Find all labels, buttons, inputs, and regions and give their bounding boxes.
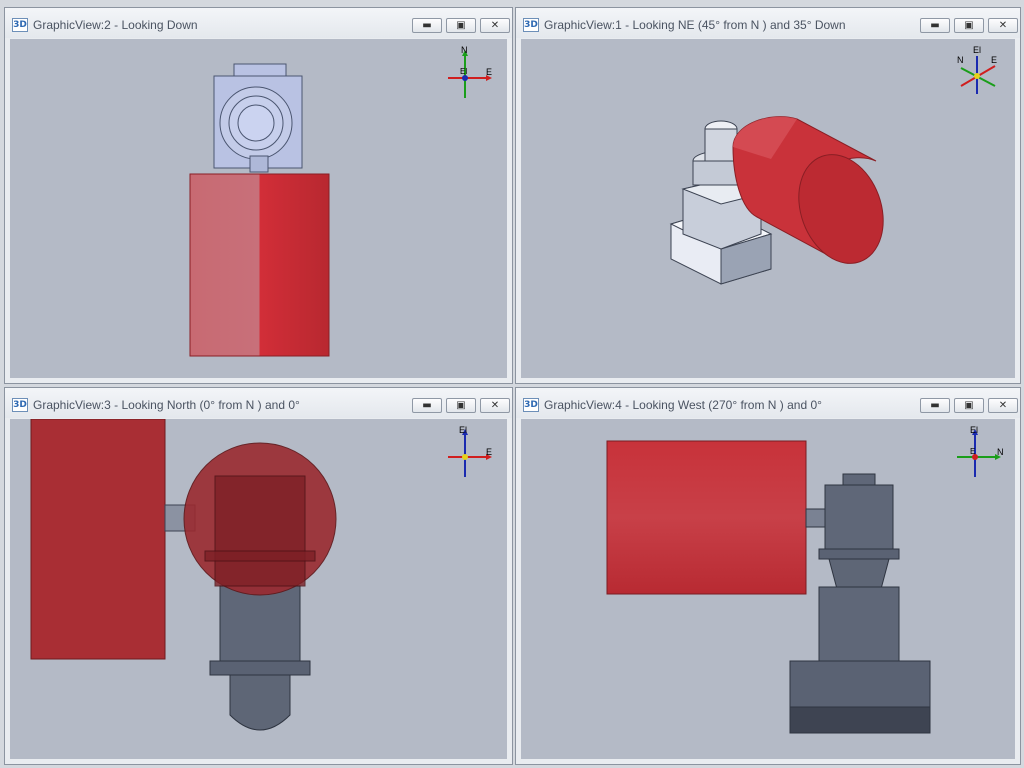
minimize-button[interactable]: ▬ xyxy=(412,398,442,413)
graphic-view-4-viewport[interactable]: El N E xyxy=(521,419,1015,759)
axis-triad-2 xyxy=(448,50,492,98)
graphic-view-1-viewport[interactable]: El E N xyxy=(521,39,1015,378)
actuator-cylinder-west xyxy=(606,440,807,595)
graphic-view-3-canvas[interactable] xyxy=(10,419,507,759)
axis-label-right: E xyxy=(991,55,998,65)
3d-view-icon: 3D xyxy=(523,18,539,32)
graphic-view-2-window: 3D GraphicView:2 - Looking Down ▬ ▣ ✕ N … xyxy=(4,7,513,384)
maximize-button[interactable]: ▣ xyxy=(954,18,984,33)
axis-label-right: N xyxy=(997,447,1004,457)
graphic-view-4-canvas[interactable] xyxy=(521,419,1015,759)
axis-label-up: El xyxy=(970,425,979,435)
axis-label-center: El xyxy=(460,67,468,76)
axis-label-up: El xyxy=(973,45,982,55)
graphic-view-1-canvas[interactable] xyxy=(521,39,1015,378)
actuator-cylinder-side xyxy=(30,419,166,660)
valve-body-outline xyxy=(213,63,303,173)
graphic-view-4-title: GraphicView:4 - Looking West (270° from … xyxy=(544,398,822,412)
axis-label-up: El xyxy=(459,425,468,435)
graphic-view-4-titlebar[interactable]: 3D GraphicView:4 - Looking West (270° fr… xyxy=(516,388,1020,418)
actuator-end-disc xyxy=(183,442,337,596)
graphic-view-2-viewport[interactable]: N E El xyxy=(10,39,507,378)
axis-label-up: N xyxy=(461,45,468,55)
maximize-button[interactable]: ▣ xyxy=(446,18,476,33)
3d-view-icon: 3D xyxy=(12,398,28,412)
graphic-view-4-window: 3D GraphicView:4 - Looking West (270° fr… xyxy=(515,387,1021,765)
graphic-view-2-title: GraphicView:2 - Looking Down xyxy=(33,18,198,32)
close-button[interactable]: ✕ xyxy=(988,18,1018,33)
close-button[interactable]: ✕ xyxy=(988,398,1018,413)
graphic-view-2-titlebar[interactable]: 3D GraphicView:2 - Looking Down ▬ ▣ ✕ xyxy=(5,8,512,38)
graphic-view-3-viewport[interactable]: El E xyxy=(10,419,507,759)
minimize-button[interactable]: ▬ xyxy=(920,18,950,33)
graphic-view-1-titlebar[interactable]: 3D GraphicView:1 - Looking NE (45° from … xyxy=(516,8,1020,38)
3d-view-icon: 3D xyxy=(523,398,539,412)
valve-body-side xyxy=(209,585,311,731)
maximize-button[interactable]: ▣ xyxy=(954,398,984,413)
minimize-button[interactable]: ▬ xyxy=(412,18,442,33)
valve-body-west xyxy=(789,473,931,734)
minimize-button[interactable]: ▬ xyxy=(920,398,950,413)
graphic-view-3-titlebar[interactable]: 3D GraphicView:3 - Looking North (0° fro… xyxy=(5,388,512,418)
axis-label-left: N xyxy=(957,55,964,65)
actuator-cylinder xyxy=(189,173,330,357)
axis-triad-3 xyxy=(448,429,492,477)
maximize-button[interactable]: ▣ xyxy=(446,398,476,413)
graphic-view-2-canvas[interactable] xyxy=(10,39,507,378)
graphic-view-1-window: 3D GraphicView:1 - Looking NE (45° from … xyxy=(515,7,1021,384)
graphic-view-1-title: GraphicView:1 - Looking NE (45° from N )… xyxy=(544,18,846,32)
axis-label-right: E xyxy=(486,67,493,77)
graphic-view-3-title: GraphicView:3 - Looking North (0° from N… xyxy=(33,398,300,412)
graphic-view-3-window: 3D GraphicView:3 - Looking North (0° fro… xyxy=(4,387,513,765)
axis-label-right: E xyxy=(486,447,493,457)
axis-triad-4 xyxy=(957,429,1001,477)
axis-label-center: E xyxy=(970,447,976,456)
3d-view-icon: 3D xyxy=(12,18,28,32)
close-button[interactable]: ✕ xyxy=(480,18,510,33)
close-button[interactable]: ✕ xyxy=(480,398,510,413)
